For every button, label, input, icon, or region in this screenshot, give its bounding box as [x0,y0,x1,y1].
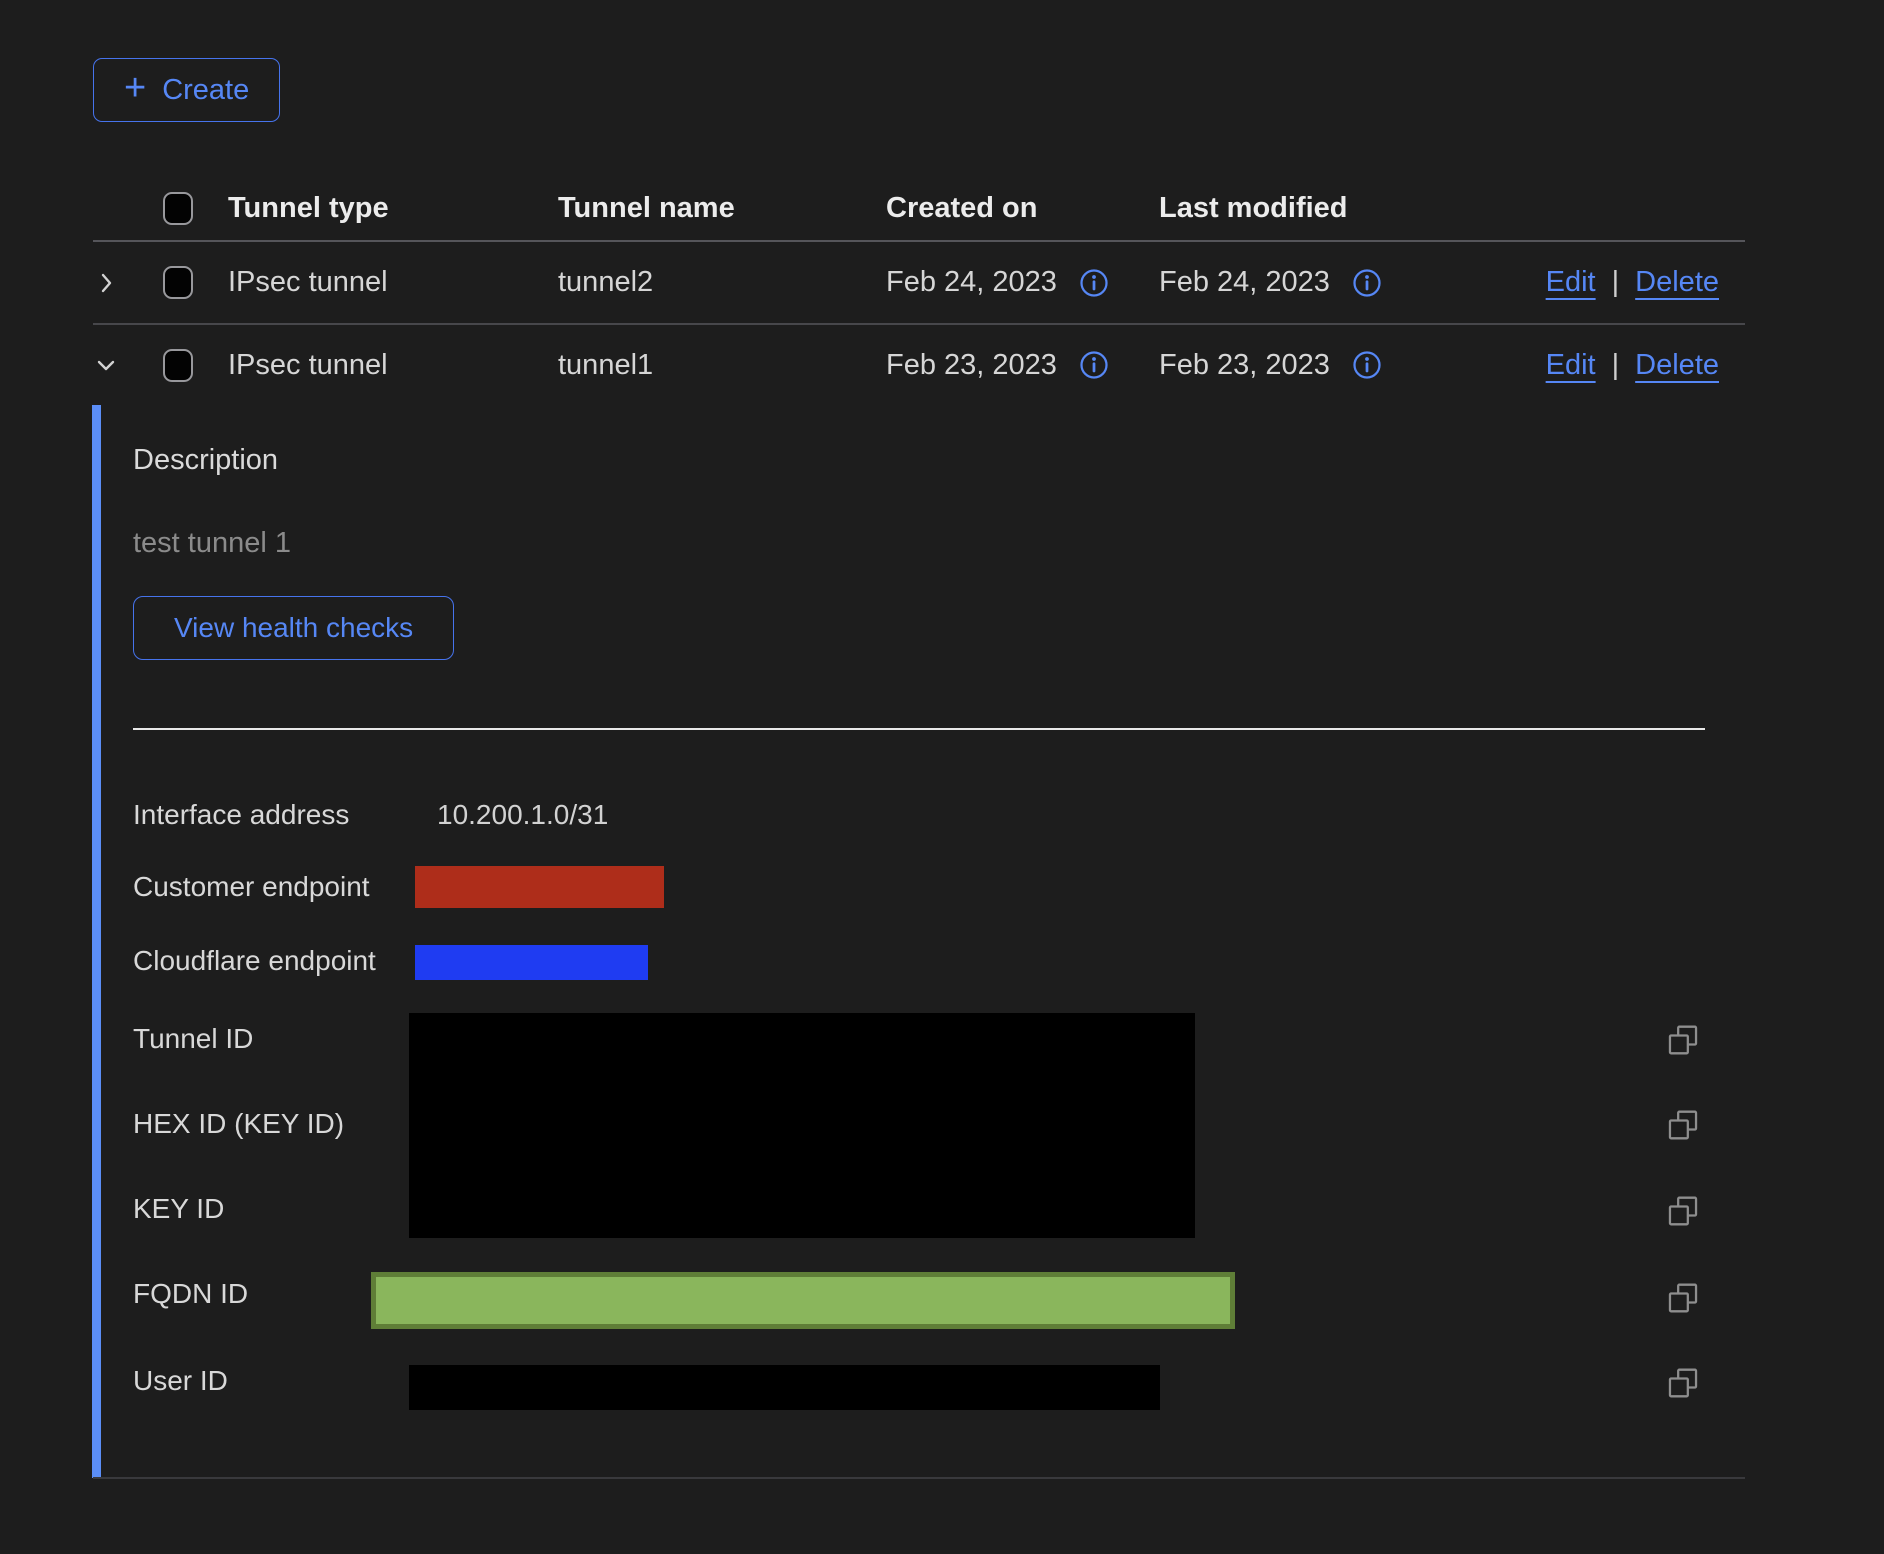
field-label-customer-endpoint: Customer endpoint [133,871,370,903]
info-icon[interactable] [1079,268,1109,298]
header-tunnel-type: Tunnel type [228,192,558,225]
tunnel-type-cell: IPsec tunnel [228,266,558,299]
table-row: IPsec tunnel tunnel1 Feb 23, 2023 Feb 23… [93,325,1745,405]
panel-bottom-divider [93,1477,1745,1479]
customer-endpoint-redacted-value [415,866,664,908]
expanded-row-accent-bar [92,405,101,1478]
create-button[interactable]: + Create [93,58,280,122]
tunnel-hex-key-id-redacted-value [409,1013,1195,1238]
create-button-label: Create [162,74,249,107]
tunnel-type-cell: IPsec tunnel [228,349,558,382]
info-icon[interactable] [1079,350,1109,380]
created-on-cell: Feb 24, 2023 [886,266,1057,299]
row-checkbox[interactable] [163,266,193,299]
delete-link[interactable]: Delete [1635,266,1719,299]
fqdn-id-redacted-value [371,1272,1235,1329]
header-last-modified: Last modified [1159,192,1529,225]
field-label-interface-address: Interface address [133,799,349,831]
edit-link[interactable]: Edit [1546,266,1596,299]
action-separator: | [1612,266,1620,299]
delete-link[interactable]: Delete [1635,349,1719,382]
fqdn-id-redacted-fill [376,1277,1230,1324]
field-label-cloudflare-endpoint: Cloudflare endpoint [133,945,376,977]
select-all-checkbox[interactable] [163,192,193,225]
header-tunnel-name: Tunnel name [558,192,886,225]
table-header-row: Tunnel type Tunnel name Created on Last … [93,176,1745,242]
field-label-user-id: User ID [133,1365,228,1397]
description-label: Description [133,444,278,477]
field-label-tunnel-id: Tunnel ID [133,1023,253,1055]
tunnels-page: + Create Tunnel type Tunnel name Created… [0,0,1884,1554]
info-icon[interactable] [1352,350,1382,380]
row-checkbox[interactable] [163,349,193,382]
interface-address-value: 10.200.1.0/31 [437,799,608,831]
field-label-hex-id: HEX ID (KEY ID) [133,1108,344,1140]
created-on-cell: Feb 23, 2023 [886,349,1057,382]
copy-icon[interactable] [1666,1281,1700,1315]
copy-icon[interactable] [1666,1023,1700,1057]
table-row: IPsec tunnel tunnel2 Feb 24, 2023 Feb 24… [93,242,1745,325]
collapse-row-chevron-down-icon[interactable] [93,352,119,378]
expand-row-chevron-right-icon[interactable] [93,270,119,296]
field-label-key-id: KEY ID [133,1193,224,1225]
description-value: test tunnel 1 [133,527,291,560]
header-created-on: Created on [886,192,1159,225]
edit-link[interactable]: Edit [1546,349,1596,382]
action-separator: | [1612,349,1620,382]
last-modified-cell: Feb 24, 2023 [1159,266,1330,299]
field-label-fqdn-id: FQDN ID [133,1278,248,1310]
last-modified-cell: Feb 23, 2023 [1159,349,1330,382]
cloudflare-endpoint-redacted-value [415,945,648,980]
tunnel-name-cell: tunnel1 [558,349,886,382]
copy-icon[interactable] [1666,1194,1700,1228]
tunnel-name-cell: tunnel2 [558,266,886,299]
panel-divider [133,728,1705,730]
copy-icon[interactable] [1666,1366,1700,1400]
view-health-checks-button[interactable]: View health checks [133,596,454,660]
info-icon[interactable] [1352,268,1382,298]
view-health-checks-label: View health checks [174,612,413,644]
copy-icon[interactable] [1666,1108,1700,1142]
user-id-redacted-value [409,1365,1160,1410]
